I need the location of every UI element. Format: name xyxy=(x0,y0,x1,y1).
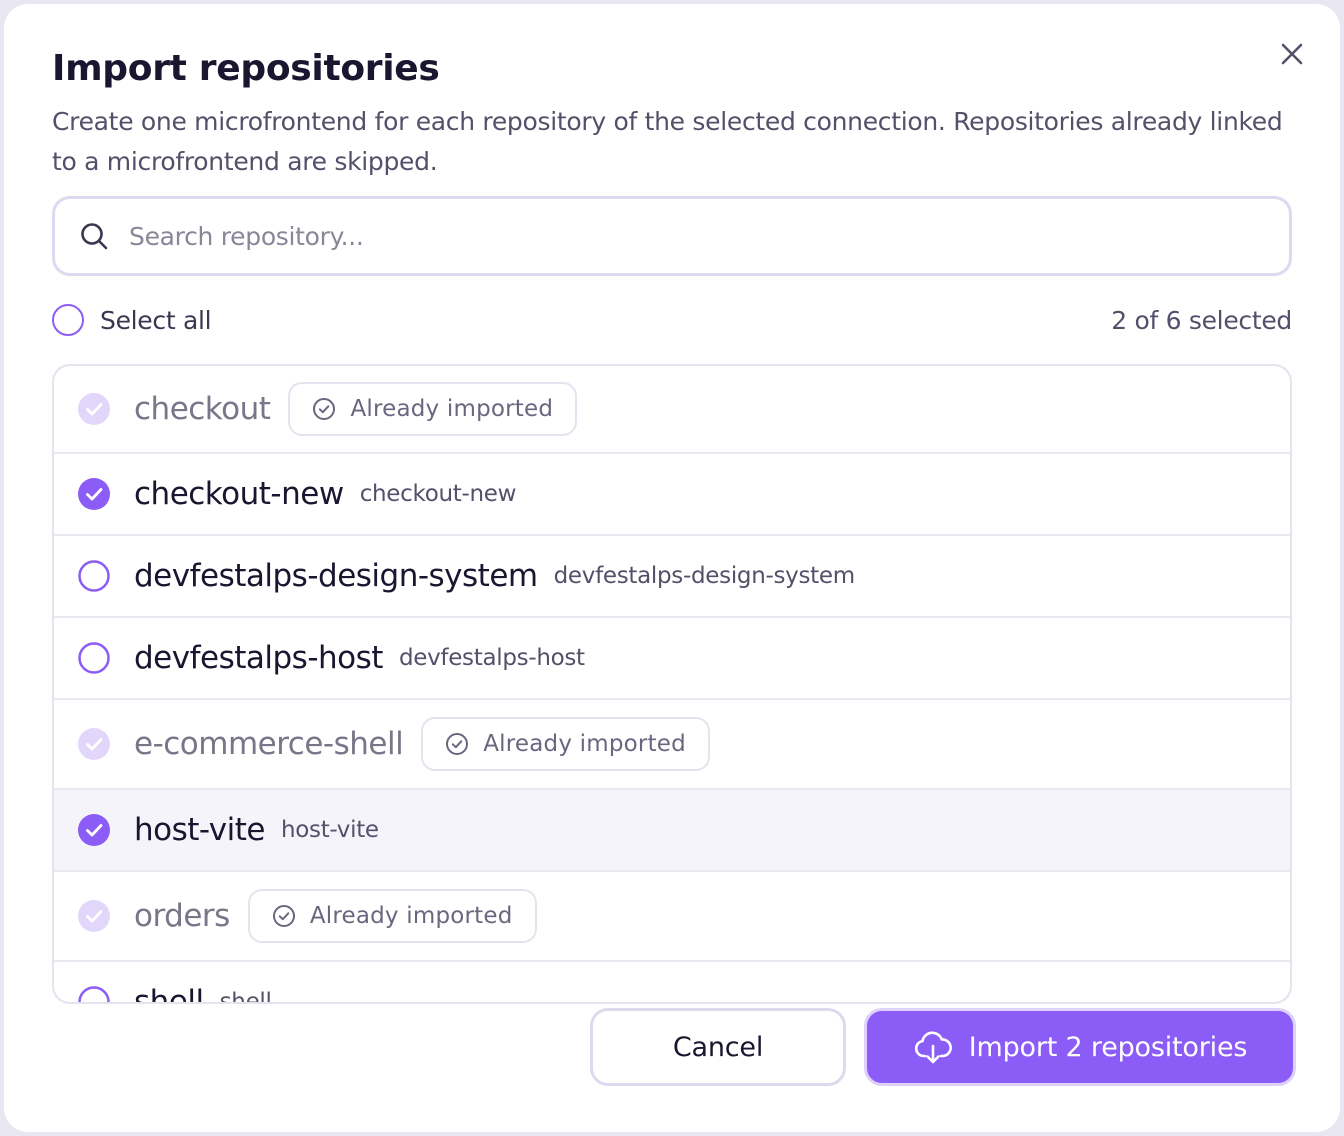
selection-bar: Select all 2 of 6 selected xyxy=(52,300,1292,340)
badge-label: Already imported xyxy=(309,903,513,929)
repository-slug: host-vite xyxy=(280,817,379,843)
repository-row[interactable]: devfestalps-design-system devfestalps-des… xyxy=(54,536,1290,618)
repository-name: devfestalps-design-system xyxy=(134,558,538,594)
repository-row[interactable]: devfestalps-host devfestalps-host xyxy=(54,618,1290,700)
repository-name: checkout xyxy=(134,391,271,427)
search-icon xyxy=(81,223,108,250)
repository-slug: shell xyxy=(219,989,272,1004)
repository-row: checkout Already imported xyxy=(54,366,1290,454)
dialog-title: Import repositories xyxy=(52,48,440,89)
repository-name: host-vite xyxy=(134,812,265,848)
search-input[interactable] xyxy=(129,206,1289,266)
checkbox-unchecked-icon[interactable] xyxy=(78,560,110,592)
cancel-button[interactable]: Cancel xyxy=(590,1008,846,1086)
selection-count: 2 of 6 selected xyxy=(1111,305,1292,335)
repository-row: orders Already imported xyxy=(54,872,1290,962)
close-icon xyxy=(1281,43,1303,65)
repository-list[interactable]: checkout Already imported checkout-new chec… xyxy=(52,364,1292,1004)
search-box xyxy=(52,196,1292,276)
checkbox-checked-icon[interactable] xyxy=(78,478,110,510)
close-button[interactable] xyxy=(1276,38,1308,70)
checkbox-disabled-icon xyxy=(78,393,110,425)
import-repositories-dialog: Import repositories Create one microfron… xyxy=(4,4,1340,1132)
repository-slug: devfestalps-design-system xyxy=(553,563,856,589)
repository-name: devfestalps-host xyxy=(134,640,383,676)
repository-row[interactable]: shell shell xyxy=(54,962,1290,1004)
already-imported-badge: Already imported xyxy=(421,717,710,771)
checkbox-unchecked-icon[interactable] xyxy=(78,986,110,1004)
badge-label: Already imported xyxy=(483,731,686,757)
repository-slug: devfestalps-host xyxy=(398,645,585,671)
repository-row: e-commerce-shell Already imported xyxy=(54,700,1290,790)
import-button[interactable]: Import 2 repositories xyxy=(864,1008,1296,1086)
repository-name: checkout-new xyxy=(134,476,344,512)
repository-name: shell xyxy=(134,984,204,1004)
badge-label: Already imported xyxy=(350,396,554,422)
checkbox-unchecked-icon[interactable] xyxy=(78,642,110,674)
check-circle-icon xyxy=(446,733,469,755)
select-all-label: Select all xyxy=(100,305,212,335)
cloud-download-icon xyxy=(914,1031,952,1064)
repository-slug: checkout-new xyxy=(359,481,517,507)
checkbox-checked-icon[interactable] xyxy=(78,814,110,846)
repository-name: orders xyxy=(134,898,230,934)
dialog-description: Create one microfrontend for each reposi… xyxy=(52,107,1283,176)
checkbox-disabled-icon xyxy=(78,900,110,932)
select-all-checkbox[interactable]: Select all xyxy=(52,304,212,336)
repository-name: e-commerce-shell xyxy=(134,726,404,762)
repository-row[interactable]: checkout-new checkout-new xyxy=(54,454,1290,536)
repository-row[interactable]: host-vite host-vite xyxy=(54,790,1290,872)
import-button-label: Import 2 repositories xyxy=(968,1031,1248,1063)
select-all-radio[interactable] xyxy=(52,304,84,336)
checkbox-disabled-icon xyxy=(78,728,110,760)
check-circle-icon xyxy=(272,905,295,927)
already-imported-badge: Already imported xyxy=(247,889,537,943)
already-imported-badge: Already imported xyxy=(288,382,578,436)
check-circle-icon xyxy=(313,398,336,420)
